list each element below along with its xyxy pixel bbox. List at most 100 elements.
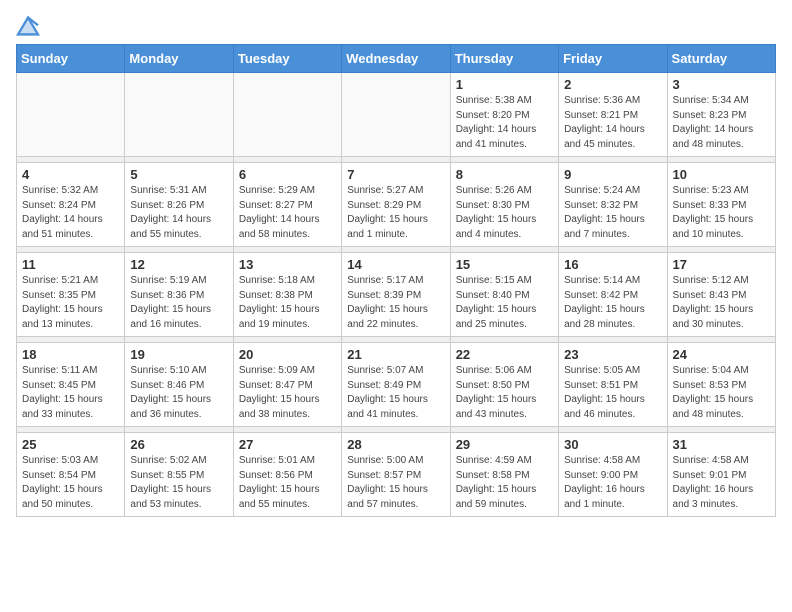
calendar-table: SundayMondayTuesdayWednesdayThursdayFrid… (16, 44, 776, 517)
calendar-day: 31 Sunrise: 4:58 AM Sunset: 9:01 PM Dayli… (667, 433, 775, 517)
day-number: 11 (22, 257, 119, 272)
day-number: 12 (130, 257, 227, 272)
calendar-day: 4 Sunrise: 5:32 AM Sunset: 8:24 PM Daylig… (17, 163, 125, 247)
day-info: Sunrise: 5:12 AM Sunset: 8:43 PM Dayligh… (673, 274, 770, 332)
day-number: 14 (347, 257, 444, 272)
calendar-day: 19 Sunrise: 5:10 AM Sunset: 8:46 PM Dayli… (125, 343, 233, 427)
day-number: 4 (22, 167, 119, 182)
day-number: 21 (347, 347, 444, 362)
day-info: Sunrise: 5:19 AM Sunset: 8:36 PM Dayligh… (130, 274, 227, 332)
day-info: Sunrise: 5:18 AM Sunset: 8:38 PM Dayligh… (239, 274, 336, 332)
calendar-day: 25 Sunrise: 5:03 AM Sunset: 8:54 PM Dayli… (17, 433, 125, 517)
logo-icon (16, 16, 40, 36)
day-number: 5 (130, 167, 227, 182)
calendar-week-row: 11 Sunrise: 5:21 AM Sunset: 8:35 PM Dayli… (17, 253, 776, 337)
calendar-day: 21Sunrise: 5:07 AM Sunset: 8:49 PM Dayli… (342, 343, 450, 427)
day-info: Sunrise: 4:59 AM Sunset: 8:58 PM Dayligh… (456, 454, 553, 512)
day-info: Sunrise: 5:27 AM Sunset: 8:29 PM Dayligh… (347, 184, 444, 242)
calendar-day: 26Sunrise: 5:02 AM Sunset: 8:55 PM Dayli… (125, 433, 233, 517)
calendar-day: 9Sunrise: 5:24 AM Sunset: 8:32 PM Daylig… (559, 163, 667, 247)
day-number: 7 (347, 167, 444, 182)
day-number: 3 (673, 77, 770, 92)
calendar-day: 16 Sunrise: 5:14 AM Sunset: 8:42 PM Dayli… (559, 253, 667, 337)
day-info: Sunrise: 5:34 AM Sunset: 8:23 PM Dayligh… (673, 94, 770, 152)
calendar-day (342, 73, 450, 157)
day-header-monday: Monday (125, 45, 233, 73)
calendar-day: 1Sunrise: 5:38 AM Sunset: 8:20 PM Daylig… (450, 73, 558, 157)
day-number: 30 (564, 437, 661, 452)
day-number: 29 (456, 437, 553, 452)
calendar-day: 10 Sunrise: 5:23 AM Sunset: 8:33 PM Dayli… (667, 163, 775, 247)
day-info: Sunrise: 5:06 AM Sunset: 8:50 PM Dayligh… (456, 364, 553, 422)
day-number: 18 (22, 347, 119, 362)
day-info: Sunrise: 5:36 AM Sunset: 8:21 PM Dayligh… (564, 94, 661, 152)
day-number: 24 (673, 347, 770, 362)
calendar-day: 3 Sunrise: 5:34 AM Sunset: 8:23 PM Daylig… (667, 73, 775, 157)
calendar-day: 13 Sunrise: 5:18 AM Sunset: 8:38 PM Dayli… (233, 253, 341, 337)
day-number: 2 (564, 77, 661, 92)
day-number: 23 (564, 347, 661, 362)
calendar-week-row: 1Sunrise: 5:38 AM Sunset: 8:20 PM Daylig… (17, 73, 776, 157)
day-header-thursday: Thursday (450, 45, 558, 73)
calendar-week-row: 4 Sunrise: 5:32 AM Sunset: 8:24 PM Daylig… (17, 163, 776, 247)
day-number: 20 (239, 347, 336, 362)
day-info: Sunrise: 5:03 AM Sunset: 8:54 PM Dayligh… (22, 454, 119, 512)
day-number: 16 (564, 257, 661, 272)
calendar-day: 17 Sunrise: 5:12 AM Sunset: 8:43 PM Dayli… (667, 253, 775, 337)
calendar-day (125, 73, 233, 157)
day-header-saturday: Saturday (667, 45, 775, 73)
calendar-day: 11 Sunrise: 5:21 AM Sunset: 8:35 PM Dayli… (17, 253, 125, 337)
page-header (16, 16, 776, 36)
calendar-day: 6 Sunrise: 5:29 AM Sunset: 8:27 PM Daylig… (233, 163, 341, 247)
day-info: Sunrise: 5:21 AM Sunset: 8:35 PM Dayligh… (22, 274, 119, 332)
day-info: Sunrise: 5:00 AM Sunset: 8:57 PM Dayligh… (347, 454, 444, 512)
day-info: Sunrise: 5:09 AM Sunset: 8:47 PM Dayligh… (239, 364, 336, 422)
day-info: Sunrise: 5:32 AM Sunset: 8:24 PM Dayligh… (22, 184, 119, 242)
calendar-day: 14 Sunrise: 5:17 AM Sunset: 8:39 PM Dayli… (342, 253, 450, 337)
day-number: 25 (22, 437, 119, 452)
day-number: 1 (456, 77, 553, 92)
day-number: 10 (673, 167, 770, 182)
calendar-day: 24 Sunrise: 5:04 AM Sunset: 8:53 PM Dayli… (667, 343, 775, 427)
calendar-day: 29 Sunrise: 4:59 AM Sunset: 8:58 PM Dayli… (450, 433, 558, 517)
calendar-day: 23 Sunrise: 5:05 AM Sunset: 8:51 PM Dayli… (559, 343, 667, 427)
calendar-day: 22Sunrise: 5:06 AM Sunset: 8:50 PM Dayli… (450, 343, 558, 427)
day-info: Sunrise: 5:14 AM Sunset: 8:42 PM Dayligh… (564, 274, 661, 332)
day-info: Sunrise: 5:04 AM Sunset: 8:53 PM Dayligh… (673, 364, 770, 422)
calendar-day: 12 Sunrise: 5:19 AM Sunset: 8:36 PM Dayli… (125, 253, 233, 337)
day-number: 8 (456, 167, 553, 182)
calendar-day: 20 Sunrise: 5:09 AM Sunset: 8:47 PM Dayli… (233, 343, 341, 427)
day-number: 6 (239, 167, 336, 182)
day-info: Sunrise: 5:05 AM Sunset: 8:51 PM Dayligh… (564, 364, 661, 422)
calendar-day: 7 Sunrise: 5:27 AM Sunset: 8:29 PM Daylig… (342, 163, 450, 247)
day-info: Sunrise: 5:26 AM Sunset: 8:30 PM Dayligh… (456, 184, 553, 242)
calendar-day (233, 73, 341, 157)
day-info: Sunrise: 5:24 AM Sunset: 8:32 PM Dayligh… (564, 184, 661, 242)
calendar-day: 2 Sunrise: 5:36 AM Sunset: 8:21 PM Daylig… (559, 73, 667, 157)
day-info: Sunrise: 5:17 AM Sunset: 8:39 PM Dayligh… (347, 274, 444, 332)
day-number: 19 (130, 347, 227, 362)
day-info: Sunrise: 5:31 AM Sunset: 8:26 PM Dayligh… (130, 184, 227, 242)
day-info: Sunrise: 5:23 AM Sunset: 8:33 PM Dayligh… (673, 184, 770, 242)
day-info: Sunrise: 4:58 AM Sunset: 9:01 PM Dayligh… (673, 454, 770, 512)
calendar-day: 18 Sunrise: 5:11 AM Sunset: 8:45 PM Dayli… (17, 343, 125, 427)
day-number: 28 (347, 437, 444, 452)
day-info: Sunrise: 5:01 AM Sunset: 8:56 PM Dayligh… (239, 454, 336, 512)
day-number: 15 (456, 257, 553, 272)
day-number: 17 (673, 257, 770, 272)
day-info: Sunrise: 5:15 AM Sunset: 8:40 PM Dayligh… (456, 274, 553, 332)
day-number: 13 (239, 257, 336, 272)
day-header-sunday: Sunday (17, 45, 125, 73)
calendar-day: 28 Sunrise: 5:00 AM Sunset: 8:57 PM Dayli… (342, 433, 450, 517)
day-number: 27 (239, 437, 336, 452)
day-info: Sunrise: 5:11 AM Sunset: 8:45 PM Dayligh… (22, 364, 119, 422)
calendar-day (17, 73, 125, 157)
day-number: 31 (673, 437, 770, 452)
day-info: Sunrise: 4:58 AM Sunset: 9:00 PM Dayligh… (564, 454, 661, 512)
day-number: 26 (130, 437, 227, 452)
calendar-header-row: SundayMondayTuesdayWednesdayThursdayFrid… (17, 45, 776, 73)
calendar-week-row: 18 Sunrise: 5:11 AM Sunset: 8:45 PM Dayli… (17, 343, 776, 427)
day-info: Sunrise: 5:29 AM Sunset: 8:27 PM Dayligh… (239, 184, 336, 242)
day-header-friday: Friday (559, 45, 667, 73)
day-info: Sunrise: 5:10 AM Sunset: 8:46 PM Dayligh… (130, 364, 227, 422)
